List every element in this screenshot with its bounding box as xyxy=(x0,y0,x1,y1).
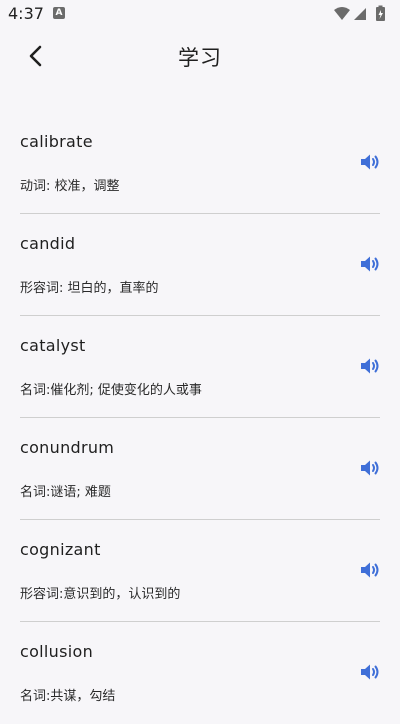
app-bar: 学习 xyxy=(0,28,400,84)
word-meaning: 名词:催化剂; 促使变化的人或事 xyxy=(20,383,202,398)
word-text: calibrate xyxy=(20,132,93,151)
signal-icon xyxy=(354,8,366,20)
speaker-icon[interactable] xyxy=(358,150,382,174)
word-item[interactable]: calibrate 动词: 校准，调整 xyxy=(20,112,380,214)
speaker-icon[interactable] xyxy=(358,354,382,378)
speaker-icon[interactable] xyxy=(358,252,382,276)
word-item[interactable]: conundrum 名词:谜语; 难题 xyxy=(20,418,380,520)
battery-icon xyxy=(376,5,385,21)
word-item[interactable]: collusion 名词:共谋，勾结 xyxy=(20,622,380,724)
word-item[interactable]: cognizant 形容词:意识到的，认识到的 xyxy=(20,520,380,622)
speaker-icon[interactable] xyxy=(358,456,382,480)
word-meaning: 形容词: 坦白的，直率的 xyxy=(20,281,159,296)
word-text: candid xyxy=(20,234,76,253)
wifi-icon xyxy=(334,7,350,20)
word-text: collusion xyxy=(20,642,94,661)
word-meaning: 名词:谜语; 难题 xyxy=(20,485,111,500)
word-item[interactable]: candid 形容词: 坦白的，直率的 xyxy=(20,214,380,316)
word-meaning: 动词: 校准，调整 xyxy=(20,179,120,194)
status-bar: 4:37 A xyxy=(0,0,400,28)
word-text: catalyst xyxy=(20,336,86,355)
word-list: calibrate 动词: 校准，调整 candid 形容词: 坦白的，直率的 … xyxy=(0,112,400,724)
status-icons xyxy=(332,5,392,23)
page-title: 学习 xyxy=(178,46,222,70)
a-notification-icon: A xyxy=(53,7,65,19)
word-meaning: 名词:共谋，勾结 xyxy=(20,689,116,704)
speaker-icon[interactable] xyxy=(358,558,382,582)
speaker-icon[interactable] xyxy=(358,660,382,684)
status-time: 4:37 xyxy=(8,4,44,23)
word-text: conundrum xyxy=(20,438,115,457)
word-item[interactable]: catalyst 名词:催化剂; 促使变化的人或事 xyxy=(20,316,380,418)
word-meaning: 形容词:意识到的，认识到的 xyxy=(20,587,181,602)
word-text: cognizant xyxy=(20,540,101,559)
